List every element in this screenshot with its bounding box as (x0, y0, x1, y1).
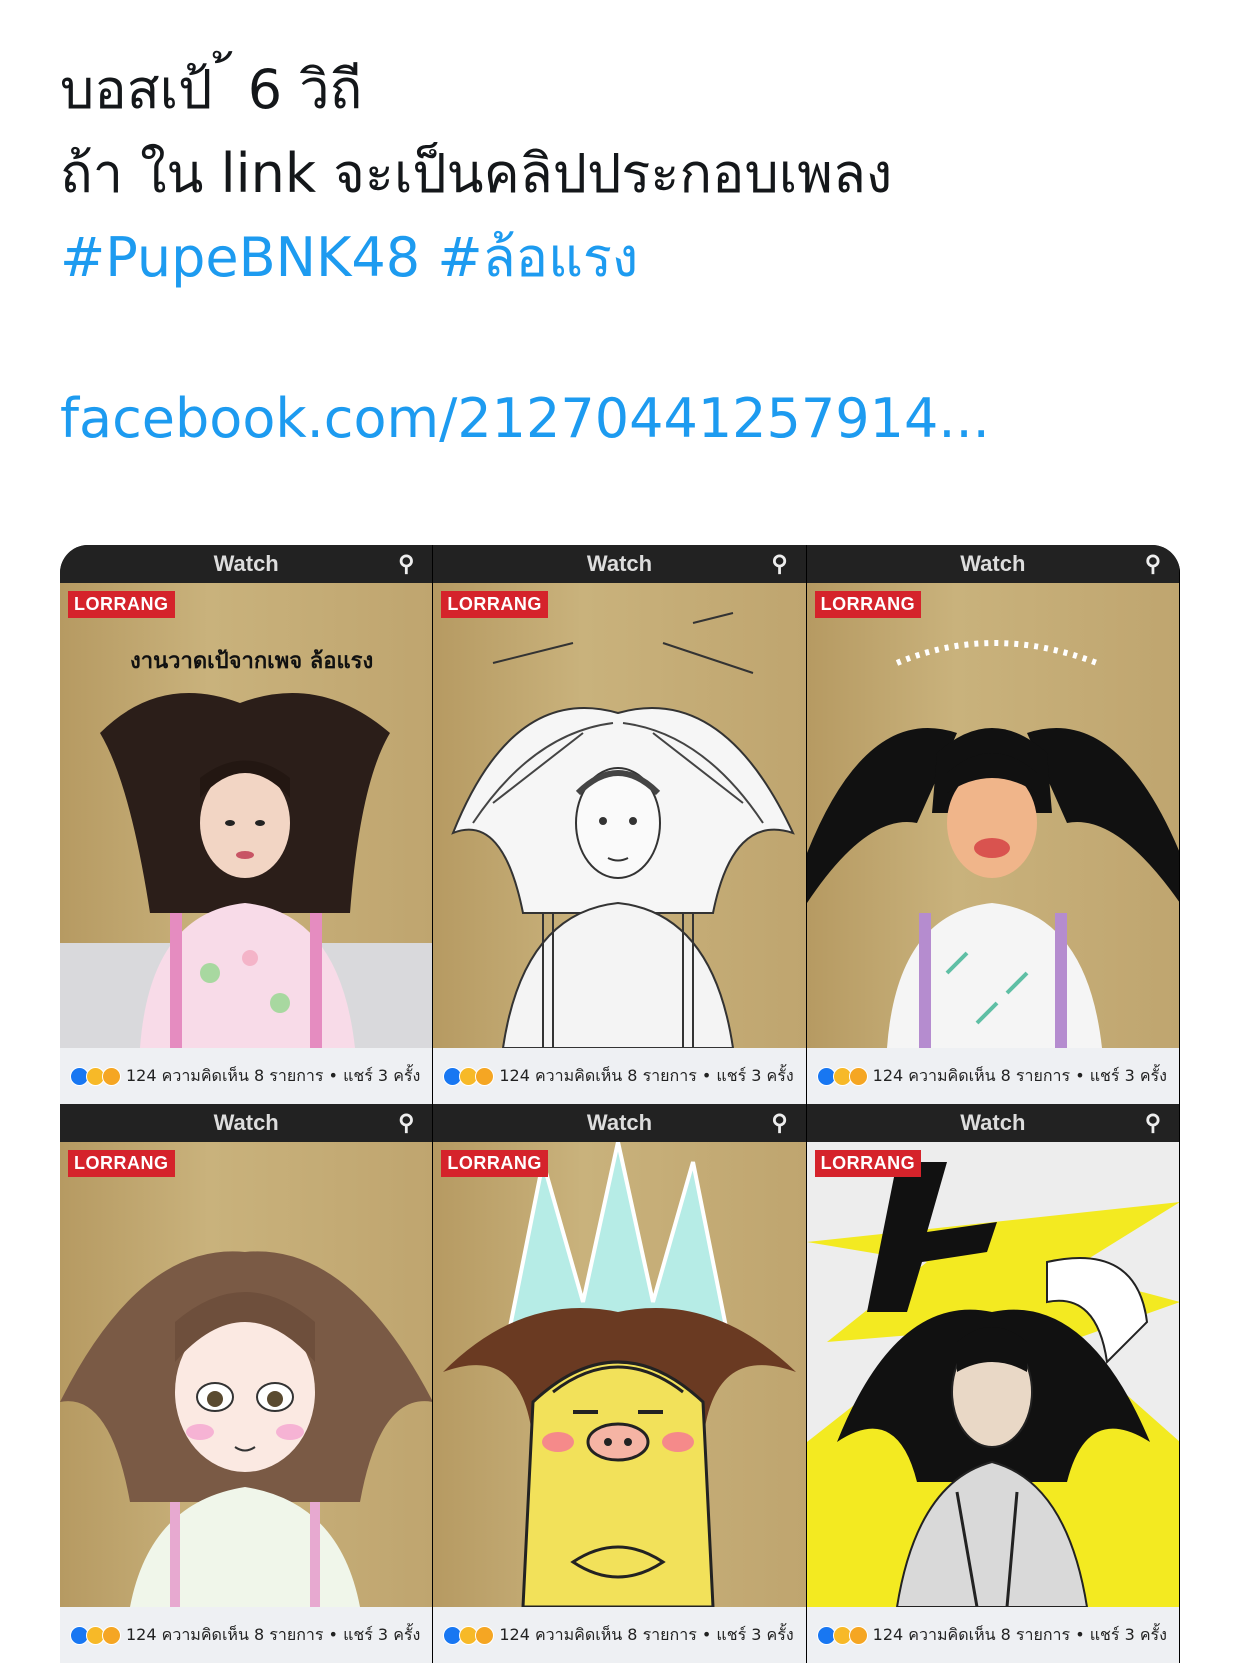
hashtags-line: #PupeBNK48 #ล้อแรง (60, 216, 1180, 300)
media-panel-2[interactable]: Watch ⚲ LORRANG 124 ความคิดเห็น 8 รายการ… (433, 545, 807, 1104)
stats-text: 124 ความคิดเห็น 8 รายการ • แชร์ 3 ครั้ง (499, 1065, 794, 1085)
facebook-link[interactable]: facebook.com/21270441257914... (60, 377, 990, 461)
lorrang-logo: LORRANG (441, 1150, 548, 1177)
panel-topbar: Watch ⚲ (60, 1104, 433, 1142)
stats-text: 124 ความคิดเห็น 8 รายการ • แชร์ 3 ครั้ง (126, 1624, 421, 1644)
topbar-title: Watch (586, 551, 653, 576)
stats-text: 124 ความคิดเห็น 8 รายการ • แชร์ 3 ครั้ง (499, 1624, 794, 1644)
lorrang-logo: LORRANG (441, 591, 548, 618)
media-panel-1[interactable]: Watch ⚲ LORRANG งานวาดเป้จากเพจ ล้อแรง 1… (60, 545, 434, 1104)
stats-text: 124 ความคิดเห็น 8 รายการ • แชร์ 3 ครั้ง (126, 1065, 421, 1085)
reaction-stats[interactable]: 124 ความคิดเห็น 8 รายการ • แชร์ 3 ครั้ง (806, 1607, 1179, 1663)
panel-topbar: Watch ⚲ (60, 545, 433, 583)
panel-topbar: Watch ⚲ (433, 1104, 806, 1142)
panel-scene: LORRANG (806, 583, 1179, 1048)
topbar-title: Watch (586, 1110, 653, 1135)
hashtag-pupebnk48[interactable]: #PupeBNK48 (60, 226, 420, 289)
hashtag-lorrang[interactable]: #ล้อแรง (437, 226, 638, 289)
ink-comic-illustration (806, 640, 1179, 1048)
media-panel-5[interactable]: Watch ⚲ LORRANG 124 ความคิดเห็น 8 รายการ… (433, 1104, 807, 1663)
topbar-title: Watch (213, 1110, 279, 1135)
tweet-text: บอสเป้ ้ 6 วิถี ถ้า ใน link จะเป็นคลิปปร… (60, 48, 1180, 300)
search-icon: ⚲ (1144, 1110, 1161, 1135)
search-icon: ⚲ (398, 1110, 415, 1135)
topbar-title: Watch (960, 1110, 1026, 1135)
pig-mascot-illustration (443, 1142, 797, 1607)
search-icon: ⚲ (1144, 551, 1161, 576)
panel-scene: LORRANG งานวาดเป้จากเพจ ล้อแรง (60, 583, 433, 1048)
search-icon: ⚲ (398, 551, 415, 576)
lorrang-logo: LORRANG (68, 1150, 175, 1177)
lorrang-logo: LORRANG (814, 591, 922, 618)
reaction-stats[interactable]: 124 ความคิดเห็น 8 รายการ • แชร์ 3 ครั้ง (806, 1048, 1179, 1104)
reaction-icons (816, 1625, 868, 1645)
tweet-line-2: ถ้า ใน link จะเป็นคลิปประกอบเพลง (60, 142, 893, 205)
tweet-line-1: บอสเป้ ้ 6 วิถี (60, 58, 363, 121)
reaction-icons (70, 1066, 121, 1086)
panel-scene: LORRANG (60, 1142, 433, 1607)
lorrang-logo: LORRANG (68, 591, 175, 618)
anime-illustration (60, 1251, 433, 1607)
media-panel-3[interactable]: Watch ⚲ LORRANG 124 ความคิดเห็น 8 รายการ… (806, 545, 1180, 1104)
manga-illustration (806, 1162, 1179, 1607)
overlay-caption: งานวาดเป้จากเพจ ล้อแรง (130, 649, 374, 674)
panel-topbar: Watch ⚲ (433, 545, 806, 583)
media-grid[interactable]: Watch ⚲ LORRANG งานวาดเป้จากเพจ ล้อแรง 1… (60, 545, 1180, 1663)
reaction-stats[interactable]: 124 ความคิดเห็น 8 รายการ • แชร์ 3 ครั้ง (433, 1048, 806, 1104)
topbar-title: Watch (960, 551, 1026, 576)
reaction-icons (70, 1625, 121, 1645)
reaction-icons (443, 1066, 495, 1086)
lorrang-logo: LORRANG (814, 1150, 922, 1177)
stats-text: 124 ความคิดเห็น 8 รายการ • แชร์ 3 ครั้ง (872, 1065, 1167, 1085)
panel-scene: LORRANG (433, 583, 806, 1048)
reaction-stats[interactable]: 124 ความคิดเห็น 8 รายการ • แชร์ 3 ครั้ง (433, 1607, 806, 1663)
search-icon: ⚲ (771, 1110, 788, 1135)
topbar-title: Watch (213, 551, 279, 576)
search-icon: ⚲ (771, 551, 788, 576)
panel-scene: LORRANG (806, 1142, 1179, 1607)
reaction-stats[interactable]: 124 ความคิดเห็น 8 รายการ • แชร์ 3 ครั้ง (60, 1607, 433, 1663)
media-panel-4[interactable]: Watch ⚲ LORRANG 124 ความคิดเห็น 8 รายการ… (60, 1104, 434, 1663)
media-panel-6[interactable]: Watch ⚲ LORRANG 124 ความคิดเห็น 8 รายการ… (806, 1104, 1180, 1663)
panel-topbar: Watch ⚲ (806, 1104, 1179, 1142)
reaction-icons (443, 1625, 495, 1645)
reaction-icons (816, 1066, 868, 1086)
reaction-stats[interactable]: 124 ความคิดเห็น 8 รายการ • แชร์ 3 ครั้ง (60, 1048, 433, 1104)
panel-scene: LORRANG (433, 1142, 806, 1607)
sketch-illustration (451, 612, 796, 1048)
stats-text: 124 ความคิดเห็น 8 รายการ • แชร์ 3 ครั้ง (872, 1624, 1167, 1644)
panel-topbar: Watch ⚲ (806, 545, 1179, 583)
